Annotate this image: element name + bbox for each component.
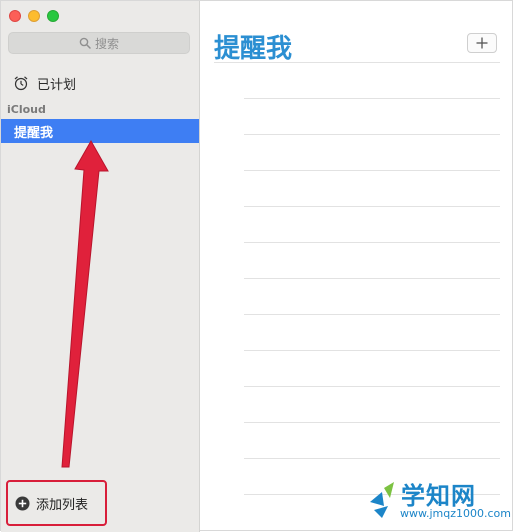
row-divider (244, 458, 500, 459)
site-watermark: 学知网 www.jmqz1000.com (368, 474, 511, 526)
sidebar-item-label: 提醒我 (14, 125, 54, 141)
row-divider (244, 422, 500, 423)
row-divider (244, 98, 500, 99)
sidebar-item-reminders[interactable]: 提醒我 (1, 119, 199, 143)
close-window-button[interactable] (9, 10, 21, 22)
row-divider (214, 62, 500, 63)
search-icon (79, 37, 91, 49)
row-divider (244, 278, 500, 279)
add-list-label: 添加列表 (36, 497, 89, 513)
account-group-label: iCloud (7, 103, 46, 116)
search-input[interactable]: 搜索 (8, 32, 190, 54)
row-divider (244, 386, 500, 387)
row-divider (244, 134, 500, 135)
sidebar-item-label: 已计划 (37, 77, 77, 93)
window-controls (9, 10, 59, 22)
row-divider (244, 206, 500, 207)
search-placeholder: 搜索 (94, 36, 119, 51)
sidebar: 搜索 已计划 iCloud 提醒我 添加列表 (1, 1, 200, 532)
main-pane: 提醒我 (200, 1, 513, 532)
zoom-window-button[interactable] (47, 10, 59, 22)
row-divider (244, 314, 500, 315)
row-divider (244, 242, 500, 243)
page-title: 提醒我 (214, 34, 293, 64)
reminders-window: 搜索 已计划 iCloud 提醒我 添加列表 提醒我 学知网 www.jmqz1… (0, 0, 513, 532)
sidebar-item-scheduled[interactable]: 已计划 (13, 73, 76, 93)
alarm-clock-icon (14, 76, 28, 91)
add-list-button[interactable]: 添加列表 (6, 480, 107, 526)
row-divider (244, 170, 500, 171)
watermark-url: www.jmqz1000.com (400, 507, 511, 520)
add-reminder-button[interactable] (467, 33, 497, 53)
plus-icon (476, 37, 488, 49)
site-logo-icon (370, 482, 394, 518)
plus-circle-icon (15, 496, 30, 510)
row-divider (244, 350, 500, 351)
watermark-brand: 学知网 (401, 482, 476, 510)
minimize-window-button[interactable] (28, 10, 40, 22)
